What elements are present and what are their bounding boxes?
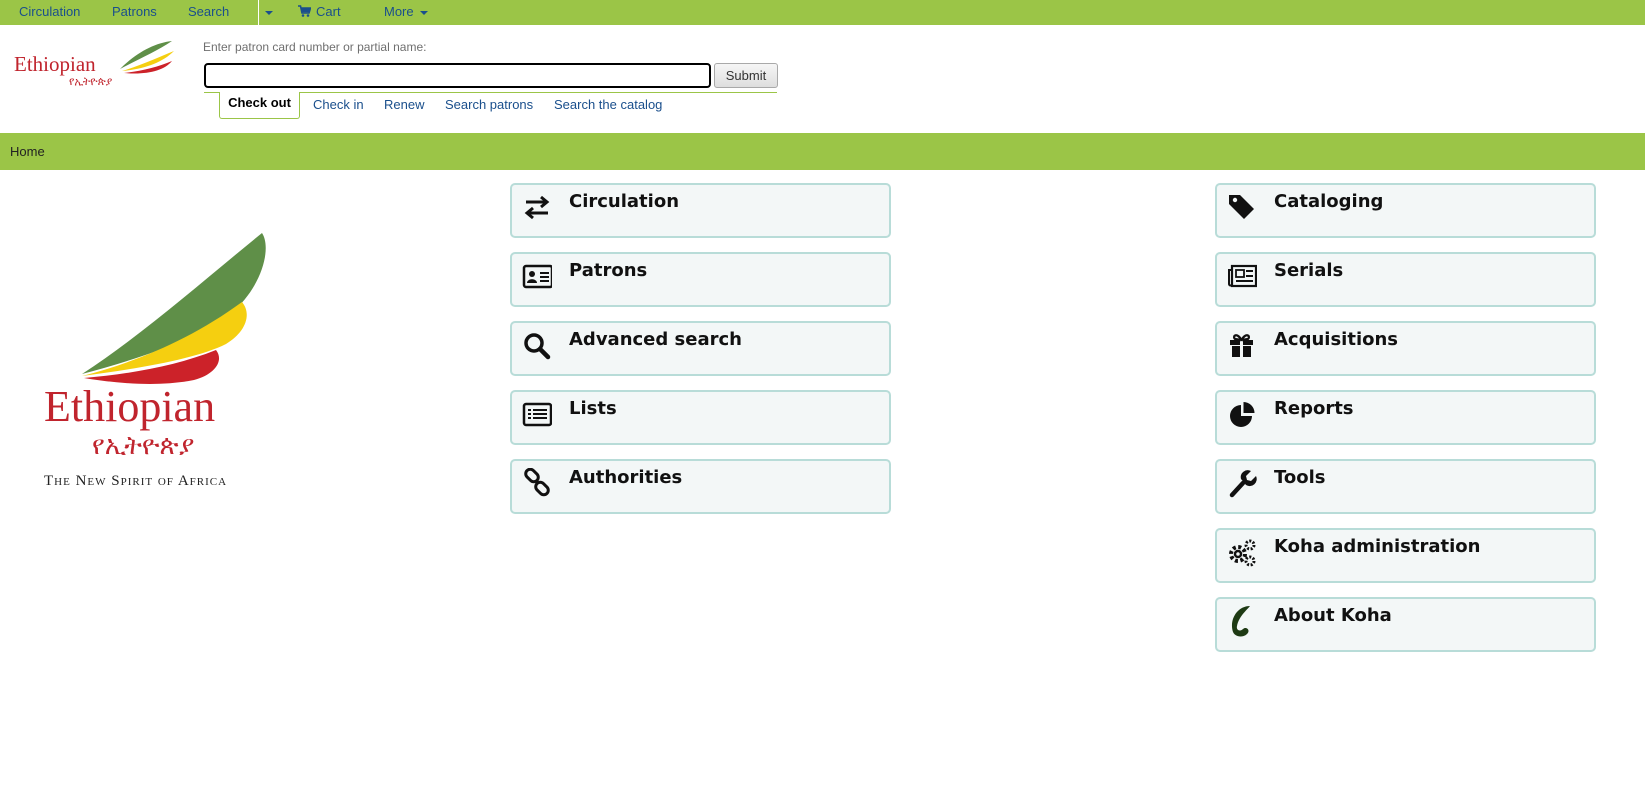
- nav-circulation-link[interactable]: Circulation: [19, 0, 80, 25]
- nav-divider: [258, 0, 259, 25]
- gears-icon: [1229, 539, 1256, 567]
- module-tile-cataloging[interactable]: Cataloging: [1215, 183, 1596, 238]
- chevron-down-icon: [265, 10, 273, 15]
- pie-chart-icon: [1230, 402, 1255, 427]
- module-tile-patrons[interactable]: Patrons: [510, 252, 891, 307]
- logo-name-text: Ethiopian: [44, 382, 215, 431]
- module-tile-about-koha[interactable]: About Koha: [1215, 597, 1596, 652]
- magnifier-icon: [524, 333, 551, 360]
- module-tile-serials[interactable]: Serials: [1215, 252, 1596, 307]
- module-label-cataloging: Cataloging: [1274, 191, 1384, 212]
- nav-more-menu[interactable]: More: [384, 0, 429, 25]
- nav-cart-link[interactable]: Cart: [298, 0, 341, 25]
- module-tile-authorities[interactable]: Authorities: [510, 459, 891, 514]
- logo-script-text: የኢትዮጵያ: [92, 431, 194, 461]
- module-tile-koha-administration[interactable]: Koha administration: [1215, 528, 1596, 583]
- header: Ethiopian የኢትዮጵያ Enter patron card numbe…: [0, 25, 1645, 133]
- module-label-tools: Tools: [1274, 467, 1326, 488]
- module-label-koha-administration: Koha administration: [1274, 536, 1481, 557]
- nav-cart-label: Cart: [316, 4, 341, 19]
- module-label-patrons: Patrons: [569, 260, 648, 281]
- module-tile-circulation[interactable]: Circulation: [510, 183, 891, 238]
- chevron-down-icon: [420, 10, 429, 15]
- tab-renew[interactable]: Renew: [384, 92, 424, 118]
- tab-search-the-catalog[interactable]: Search the catalog: [554, 92, 662, 118]
- id-card-icon: [522, 264, 552, 289]
- chain-link-icon: [524, 468, 550, 497]
- koha-leaf-icon: [1231, 606, 1250, 637]
- module-tile-acquisitions[interactable]: Acquisitions: [1215, 321, 1596, 376]
- gift-icon: [1230, 334, 1253, 357]
- logo-tagline: The New Spirit of Africa: [44, 473, 227, 489]
- module-tile-reports[interactable]: Reports: [1215, 390, 1596, 445]
- nav-search-link[interactable]: Search: [188, 0, 229, 25]
- exchange-arrows-icon: [524, 195, 550, 220]
- module-tile-tools[interactable]: Tools: [1215, 459, 1596, 514]
- search-options-dropdown-toggle[interactable]: [262, 0, 276, 25]
- module-label-acquisitions: Acquisitions: [1274, 329, 1399, 350]
- tab-check-out[interactable]: Check out: [219, 92, 300, 119]
- module-label-serials: Serials: [1274, 260, 1344, 281]
- tag-icon: [1229, 195, 1254, 219]
- module-tile-lists[interactable]: Lists: [510, 390, 891, 445]
- module-label-circulation: Circulation: [569, 191, 680, 212]
- breadcrumb-home-link[interactable]: Home: [10, 144, 45, 159]
- module-label-advanced-search: Advanced search: [569, 329, 742, 350]
- header-logo-text: Ethiopian: [14, 52, 96, 76]
- module-label-about-koha: About Koha: [1274, 605, 1392, 626]
- list-icon: [522, 402, 552, 427]
- ethiopian-header-logo[interactable]: Ethiopian የኢትዮጵያ: [14, 39, 176, 89]
- tab-search-patrons[interactable]: Search patrons: [445, 92, 533, 118]
- tab-check-in[interactable]: Check in: [313, 92, 364, 118]
- module-tile-advanced-search[interactable]: Advanced search: [510, 321, 891, 376]
- nav-patrons-link[interactable]: Patrons: [112, 0, 157, 25]
- patron-search-label: Enter patron card number or partial name…: [203, 40, 427, 54]
- nav-more-label: More: [384, 4, 414, 19]
- module-label-reports: Reports: [1274, 398, 1354, 419]
- wrench-icon: [1229, 470, 1257, 498]
- header-logo-script: የኢትዮጵያ: [69, 75, 113, 88]
- submit-button[interactable]: Submit: [714, 63, 778, 88]
- module-label-authorities: Authorities: [569, 467, 683, 488]
- ethiopian-airlines-logo: Ethiopian የኢትዮጵያ The New Spirit of Afric…: [44, 233, 266, 489]
- shopping-cart-icon: [298, 5, 312, 17]
- top-navigation-bar: Circulation Patrons Search Cart More: [0, 0, 1645, 25]
- newspaper-icon: [1228, 264, 1257, 288]
- patron-card-input[interactable]: [204, 63, 711, 88]
- breadcrumb: Home: [0, 133, 1645, 170]
- module-label-lists: Lists: [569, 398, 617, 419]
